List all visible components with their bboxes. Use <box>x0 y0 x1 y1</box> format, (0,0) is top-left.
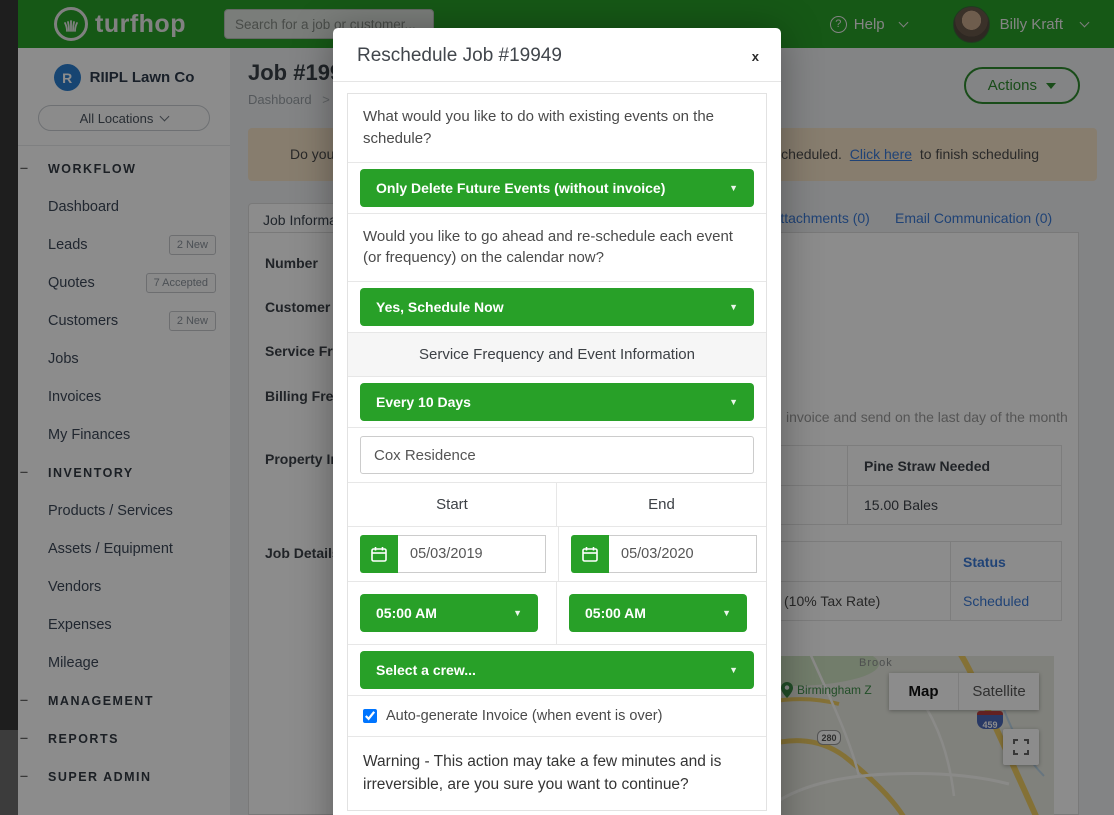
reschedule-modal: Reschedule Job #19949 x What would you l… <box>333 28 781 815</box>
existing-events-question: What would you like to do with existing … <box>348 94 766 162</box>
end-time-select[interactable]: 05:00 AM <box>569 594 747 632</box>
start-end-header-row: Start End <box>348 482 766 526</box>
reschedule-question: Would you like to go ahead and re-schedu… <box>348 213 766 282</box>
time-row: 05:00 AM 05:00 AM <box>348 581 766 644</box>
start-header: Start <box>348 483 557 526</box>
crew-row: Select a crew... <box>348 644 766 695</box>
warning-text: Warning - This action may take a few min… <box>348 736 766 810</box>
existing-events-select[interactable]: Only Delete Future Events (without invoi… <box>360 169 754 207</box>
start-date-picker-button[interactable] <box>360 535 398 573</box>
start-date-cell <box>348 527 559 581</box>
reschedule-form: What would you like to do with existing … <box>347 93 767 811</box>
frequency-row: Every 10 Days <box>348 376 766 427</box>
modal-body: What would you like to do with existing … <box>333 82 781 815</box>
crew-select[interactable]: Select a crew... <box>360 651 754 689</box>
frequency-select[interactable]: Every 10 Days <box>360 383 754 421</box>
start-time-cell: 05:00 AM <box>348 582 557 644</box>
existing-events-row: Only Delete Future Events (without invoi… <box>348 162 766 213</box>
modal-header: Reschedule Job #19949 x <box>333 28 781 82</box>
auto-invoice-label: Auto-generate Invoice (when event is ove… <box>386 708 662 724</box>
modal-title: Reschedule Job #19949 <box>357 45 757 67</box>
calendar-icon <box>581 545 599 563</box>
auto-invoice-checkbox[interactable] <box>363 709 377 723</box>
section-header: Service Frequency and Event Information <box>348 332 766 376</box>
auto-invoice-row: Auto-generate Invoice (when event is ove… <box>348 695 766 736</box>
date-row <box>348 526 766 581</box>
end-date-cell <box>559 527 769 581</box>
job-name-row <box>348 427 766 482</box>
end-date-input[interactable] <box>609 535 757 573</box>
calendar-icon <box>370 545 388 563</box>
end-time-cell: 05:00 AM <box>557 582 766 644</box>
schedule-now-select[interactable]: Yes, Schedule Now <box>360 288 754 326</box>
start-time-select[interactable]: 05:00 AM <box>360 594 538 632</box>
close-icon[interactable]: x <box>752 50 759 63</box>
job-name-input[interactable] <box>360 436 754 474</box>
start-date-input[interactable] <box>398 535 546 573</box>
end-date-picker-button[interactable] <box>571 535 609 573</box>
end-header: End <box>557 483 766 526</box>
schedule-now-row: Yes, Schedule Now <box>348 281 766 332</box>
